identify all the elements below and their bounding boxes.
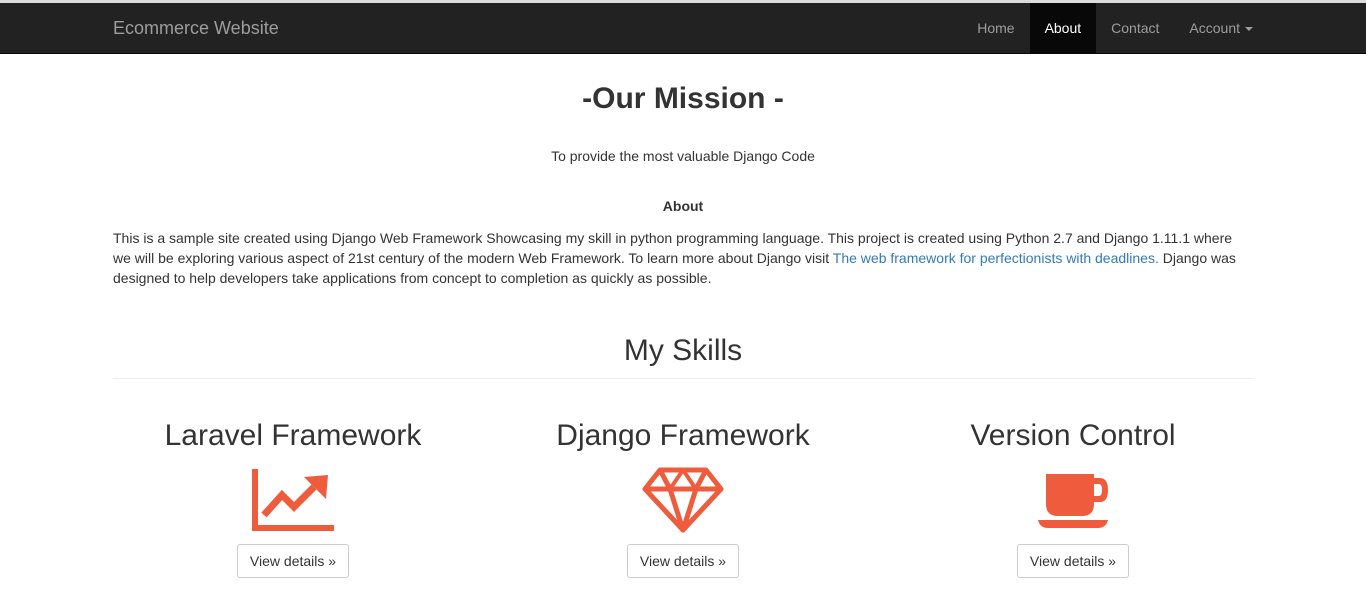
divider [113, 378, 1253, 379]
django-link[interactable]: The web framework for perfectionists wit… [833, 250, 1159, 266]
nav-item-home[interactable]: Home [962, 3, 1029, 53]
view-details-button[interactable]: View details » [626, 544, 740, 578]
mission-tagline: To provide the most valuable Django Code [551, 148, 815, 164]
nav-item-account-label: Account [1189, 20, 1240, 36]
skill-title: Laravel Framework [164, 419, 422, 452]
nav-item-contact[interactable]: Contact [1096, 3, 1174, 53]
nav-menu: Home About Contact Account [962, 3, 1268, 53]
navbar: Ecommerce Website Home About Contact Acc… [0, 3, 1366, 54]
nav-item-account[interactable]: Account [1174, 3, 1268, 53]
skill-title: Django Framework [556, 419, 810, 452]
skill-django: Django Framework View details » [473, 418, 893, 588]
caret-down-icon [1245, 27, 1253, 32]
skill-version-control: Version Control View details » [893, 418, 1253, 588]
line-chart-icon [252, 469, 334, 531]
brand-link[interactable]: Ecommerce Website [113, 3, 279, 53]
nav-item-about[interactable]: About [1029, 3, 1097, 53]
about-paragraph: This is a sample site created using Djan… [113, 228, 1253, 288]
view-details-button[interactable]: View details » [236, 544, 350, 578]
about-heading: About [662, 198, 704, 214]
skills-heading: My Skills [623, 334, 743, 367]
skill-title: Version Control [970, 419, 1176, 452]
diamond-icon [642, 467, 724, 533]
skill-laravel: Laravel Framework View details » [113, 418, 473, 588]
view-details-button[interactable]: View details » [1016, 544, 1130, 578]
coffee-cup-icon [1038, 474, 1108, 528]
mission-title: -Our Mission - [582, 82, 784, 115]
skills-row: Laravel Framework View details » Django … [113, 418, 1253, 588]
